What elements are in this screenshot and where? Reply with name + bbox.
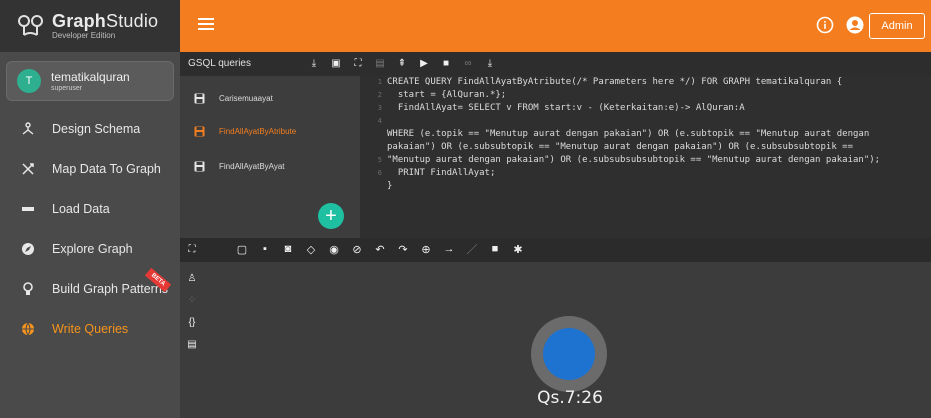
nav-label: Build Graph Patterns [52, 282, 169, 296]
app-logo[interactable]: GraphStudio Developer Edition [0, 0, 180, 52]
table-view-icon[interactable]: ▤ [186, 338, 198, 350]
user-name: tematikalquran [51, 70, 130, 84]
hide-icon[interactable]: ⊘ [351, 243, 363, 256]
user-role: superuser [51, 85, 83, 92]
save-icon[interactable]: ▪ [259, 243, 271, 255]
nav-label: Design Schema [52, 122, 141, 136]
queries-header: GSQL queries ⤓ ▣ ⛶ ▤ ⇞ ▶ ■ ∞ ⤓ [180, 52, 931, 76]
vertex-label: Qs.7:26 [537, 388, 603, 408]
code-line: "Menutup aurat dengan pakaian") OR (e.su… [387, 155, 881, 165]
delete-icon[interactable]: ■ [440, 57, 452, 69]
nav-label: Load Data [52, 202, 110, 216]
save-file-icon [194, 93, 205, 103]
camera-icon[interactable]: ◙ [282, 243, 294, 255]
save-file-icon [194, 126, 205, 136]
open-icon[interactable]: ▢ [236, 243, 248, 256]
json-icon[interactable]: {} [186, 316, 198, 328]
explore-icon [20, 241, 36, 257]
nav-load-data[interactable]: Load Data [0, 189, 180, 229]
graphstudio-logo-icon [18, 15, 43, 36]
graph-view-icon[interactable]: ⁘ [186, 294, 198, 306]
save-file-icon [194, 161, 205, 171]
code-line: FindAllAyat= SELECT v FROM start:v - (Ke… [387, 103, 745, 113]
lightbulb-icon [20, 281, 36, 297]
new-query-icon[interactable]: ▣ [330, 57, 342, 69]
query-item[interactable]: FindAllAyatByAyat [194, 159, 285, 173]
code-line: CREATE QUERY FindAllAyatByAtribute(/* Pa… [387, 77, 843, 87]
admin-button[interactable]: Admin [869, 13, 925, 39]
delete-icon[interactable]: ■ [489, 243, 501, 255]
run-query-icon[interactable]: ▶ [418, 57, 430, 69]
load-data-icon [20, 201, 36, 217]
query-name: FindAllAyatByAtribute [219, 126, 297, 136]
install-icon[interactable]: ⇞ [396, 57, 408, 69]
sidebar: GraphStudio Developer Edition T tematika… [0, 0, 180, 418]
add-query-button[interactable]: + [318, 203, 344, 229]
save-icon[interactable]: ▤ [374, 57, 386, 69]
graph-vertex[interactable] [543, 328, 595, 380]
link-icon[interactable]: ∞ [462, 57, 474, 69]
avatar: T [17, 69, 41, 93]
account-icon[interactable] [845, 15, 865, 35]
code-line: PRINT FindAllAyat; [387, 168, 496, 178]
globe-icon [20, 321, 36, 337]
query-item[interactable]: Carisemuaayat [194, 91, 273, 105]
layout-icon[interactable]: ◇ [305, 243, 317, 256]
nav-design-schema[interactable]: Design Schema [0, 109, 180, 149]
fullscreen-icon[interactable]: ⛶ [352, 57, 364, 69]
code-line: start = {AlQuran.*}; [387, 90, 507, 100]
undo-icon[interactable]: ↶ [374, 243, 386, 256]
settings-icon[interactable]: ✱ [512, 243, 524, 256]
code-line: WHERE (e.topik == "Menutup aurat dengan … [387, 129, 870, 139]
line-numbers: 1 2 3 4 5 6 [377, 78, 382, 177]
expand-icon[interactable]: ⛶ [186, 243, 198, 255]
app-title: GraphStudio [52, 11, 159, 31]
export-icon[interactable]: ⤓ [484, 57, 496, 69]
query-item-active[interactable]: FindAllAyatByAtribute [194, 124, 296, 138]
info-icon[interactable] [815, 15, 835, 35]
user-card[interactable]: T tematikalquran superuser [6, 61, 174, 101]
queries-panel: GSQL queries ⤓ ▣ ⛶ ▤ ⇞ ▶ ■ ∞ ⤓ Carisemua… [180, 52, 931, 238]
app-edition: Developer Edition [52, 31, 116, 40]
code-editor[interactable]: 1 2 3 4 5 6 CREATE QUERY FindAllAyatByAt… [360, 76, 931, 238]
nav-write-queries[interactable]: Write Queries [0, 309, 180, 349]
hamburger-menu-icon[interactable] [198, 18, 214, 32]
edit-icon[interactable]: ／ [466, 243, 478, 256]
add-edge-icon[interactable]: → [443, 243, 455, 255]
graph-panel[interactable]: ⛶ ▢ ▪ ◙ ◇ ◉ ⊘ ↶ ↷ ⊕ → ／ ■ ✱ ♙ ⁘ {} ▤ Qs.… [180, 238, 931, 418]
queries-title: GSQL queries [188, 58, 251, 69]
redo-icon[interactable]: ↷ [397, 243, 409, 256]
map-data-icon [20, 161, 36, 177]
top-bar: Admin [180, 0, 931, 52]
download-icon[interactable]: ⤓ [308, 57, 320, 69]
code-line: } [387, 181, 393, 191]
add-vertex-icon[interactable]: ⊕ [420, 243, 432, 256]
nav-build-graph-patterns[interactable]: Build Graph Patterns BETA [0, 267, 180, 309]
schema-icon[interactable]: ♙ [186, 272, 198, 284]
nav-label: Explore Graph [52, 242, 133, 256]
code-line: pakaian") OR (e.subsubtopik == "Menutup … [387, 142, 853, 152]
design-schema-icon [20, 121, 36, 137]
code-content: CREATE QUERY FindAllAyatByAtribute(/* Pa… [387, 76, 931, 193]
nav-explore-graph[interactable]: Explore Graph [0, 229, 180, 269]
query-name: FindAllAyatByAyat [219, 161, 285, 171]
nav-map-data[interactable]: Map Data To Graph [0, 149, 180, 189]
nav-label: Map Data To Graph [52, 162, 161, 176]
show-icon[interactable]: ◉ [328, 243, 340, 256]
query-name: Carisemuaayat [219, 93, 273, 103]
graph-toolbar: ⛶ ▢ ▪ ◙ ◇ ◉ ⊘ ↶ ↷ ⊕ → ／ ■ ✱ [180, 238, 931, 262]
nav-label: Write Queries [52, 322, 129, 336]
